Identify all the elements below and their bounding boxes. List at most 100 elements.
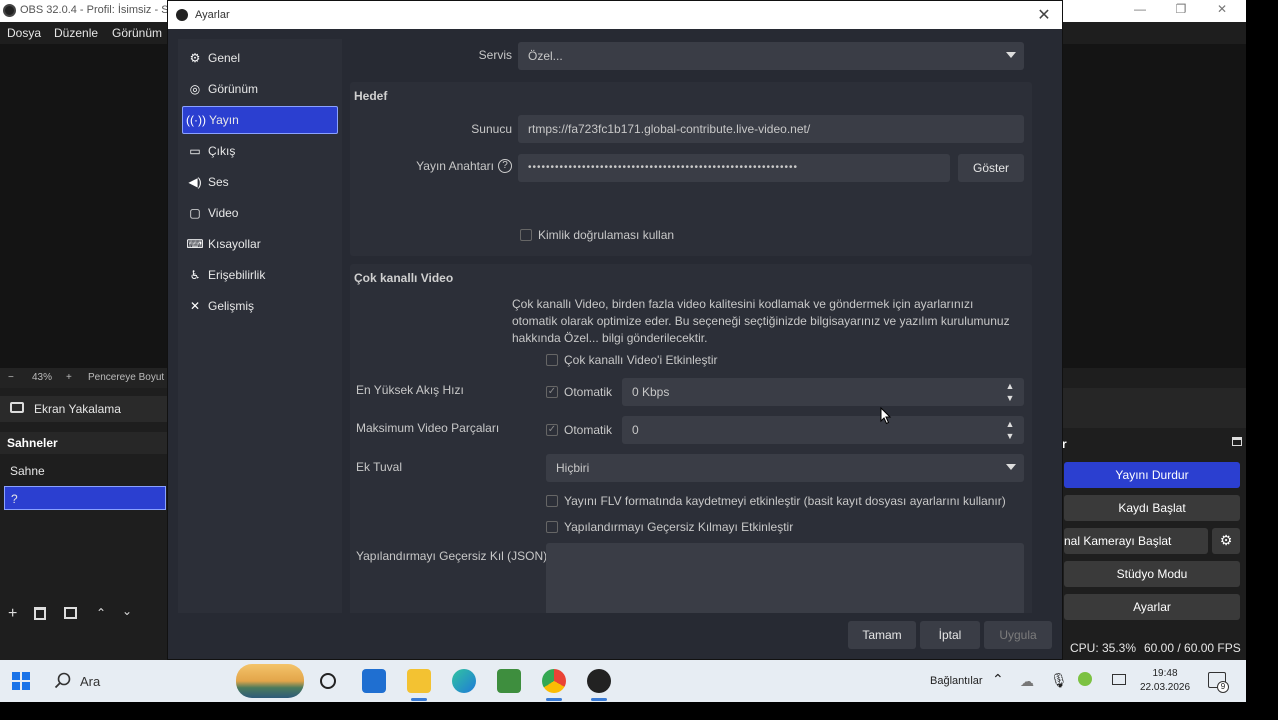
help-icon[interactable]: ?	[498, 159, 512, 173]
cancel-button[interactable]: İptal	[920, 621, 980, 649]
max-bitrate-value: 0 Kbps	[632, 385, 670, 399]
enable-multitrack-label: Çok kanallı Video'i Etkinleştir	[564, 353, 718, 367]
apply-button[interactable]: Uygula	[984, 621, 1052, 649]
scene-item-selected[interactable]: ?	[4, 486, 166, 510]
clock[interactable]: 19:48 22.03.2026	[1140, 667, 1190, 695]
minecraft-icon[interactable]	[497, 669, 521, 693]
trash-icon[interactable]	[34, 607, 46, 620]
menu-view[interactable]: Görünüm	[112, 26, 162, 40]
onedrive-icon[interactable]: ☁	[1020, 673, 1034, 690]
menu-edit[interactable]: Düzenle	[54, 26, 98, 40]
edge-icon[interactable]	[452, 669, 476, 693]
notification-icon[interactable]: 9	[1208, 672, 1229, 693]
search-icon[interactable]	[54, 672, 72, 690]
enable-multitrack-checkbox[interactable]: Çok kanallı Video'i Etkinleştir	[546, 353, 717, 367]
close-icon[interactable]: ✕	[1202, 2, 1242, 20]
chrome-icon[interactable]	[542, 669, 566, 693]
max-tracks-input[interactable]: 0 ▲ ▼	[622, 416, 1024, 444]
server-input[interactable]: rtmps://fa723fc1b171.global-contribute.l…	[518, 115, 1024, 143]
virtual-camera-gear-icon[interactable]: ⚙	[1212, 528, 1240, 554]
zoom-out-button[interactable]: −	[8, 372, 14, 383]
stream-key-input[interactable]: ••••••••••••••••••••••••••••••••••••••••…	[518, 154, 950, 182]
chevron-up-icon[interactable]: ⌃	[992, 671, 1004, 688]
nav-item-stream[interactable]: ((·)) Yayın	[182, 106, 338, 134]
monitor-icon: ▢	[189, 206, 201, 220]
max-tracks-label: Maksimum Video Parçaları	[356, 421, 500, 435]
screen-edge	[0, 702, 1278, 720]
filter-icon[interactable]	[64, 607, 77, 619]
file-explorer-icon[interactable]	[407, 669, 431, 693]
nav-item-video[interactable]: ▢ Video	[182, 199, 338, 227]
stop-stream-button[interactable]: Yayını Durdur	[1064, 462, 1240, 488]
target-group-title: Hedef	[354, 89, 388, 103]
scene-item[interactable]: Sahne	[4, 459, 166, 483]
nav-label: Görünüm	[208, 82, 259, 96]
target-group: Hedef Sunucu rtmps://fa723fc1b171.global…	[350, 82, 1032, 256]
checkbox-box[interactable]	[546, 354, 558, 366]
nav-item-audio[interactable]: ◀) Ses	[182, 168, 338, 196]
flv-checkbox[interactable]: Yayını FLV formatında kaydetmeyi etkinle…	[546, 494, 1006, 508]
nav-item-general[interactable]: ⚙ Genel	[182, 44, 338, 72]
auto-tracks-checkbox[interactable]: ✓ Otomatik	[546, 423, 612, 437]
max-bitrate-input[interactable]: 0 Kbps ▲ ▼	[622, 378, 1024, 406]
app-tray-icon[interactable]	[1078, 672, 1092, 686]
checkbox-box[interactable]: ✓	[546, 386, 558, 398]
cortana-icon[interactable]	[320, 673, 336, 689]
studio-mode-button[interactable]: Stüdyo Modu	[1064, 561, 1240, 587]
override-checkbox[interactable]: Yapılandırmayı Geçersiz Kılmayı Etkinleş…	[546, 520, 793, 534]
zoom-fit-button[interactable]: Pencereye Boyut	[88, 372, 164, 383]
checkbox-box[interactable]	[520, 229, 532, 241]
server-label: Sunucu	[471, 122, 512, 136]
nav-item-advanced[interactable]: ✕ Gelişmiş	[182, 292, 338, 320]
checkbox-box[interactable]	[546, 495, 558, 507]
fps-readout: 60.00 / 60.00 FPS	[1144, 641, 1241, 655]
nav-item-accessibility[interactable]: ♿ Erişebilirlik	[182, 261, 338, 289]
connections-label[interactable]: Bağlantılar	[930, 675, 983, 687]
obs-window-title: OBS 32.0.4 - Profil: İsimsiz - Sa	[20, 4, 175, 16]
windows-start-icon[interactable]	[12, 672, 30, 690]
nav-item-output[interactable]: ▭ Çıkış	[182, 137, 338, 165]
override-checkbox-label: Yapılandırmayı Geçersiz Kılmayı Etkinleş…	[564, 520, 794, 534]
search-highlight-image[interactable]	[236, 664, 304, 698]
nav-item-appearance[interactable]: ◎ Görünüm	[182, 75, 338, 103]
show-key-button[interactable]: Göster	[958, 154, 1024, 182]
menu-file[interactable]: Dosya	[7, 26, 41, 40]
settings-scrollbar[interactable]	[1034, 81, 1048, 611]
checkbox-box[interactable]: ✓	[546, 424, 558, 436]
restore-icon[interactable]: ❐	[1161, 2, 1201, 20]
auto-label: Otomatik	[564, 423, 613, 437]
move-up-icon[interactable]: ⌃	[96, 606, 106, 620]
auto-bitrate-checkbox[interactable]: ✓ Otomatik	[546, 385, 612, 399]
service-label: Servis	[478, 48, 512, 62]
screen-edge	[1246, 0, 1278, 720]
start-virtual-camera-button[interactable]: nal Kamerayı Başlat	[1064, 528, 1208, 554]
ok-button[interactable]: Tamam	[848, 621, 916, 649]
settings-button[interactable]: Ayarlar	[1064, 594, 1240, 620]
obs-preview-right	[1062, 44, 1246, 368]
spinner-icon[interactable]: ▲ ▼	[1004, 418, 1016, 442]
move-down-icon[interactable]: ⌄	[122, 604, 132, 618]
close-icon[interactable]: ✕	[1032, 5, 1056, 25]
search-label[interactable]: Ara	[80, 674, 100, 689]
add-icon[interactable]: +	[8, 605, 17, 623]
checkbox-box[interactable]	[546, 521, 558, 533]
spinner-icon[interactable]: ▲ ▼	[1004, 380, 1016, 404]
source-row[interactable]: Ekran Yakalama	[0, 396, 170, 422]
nav-label: Erişebilirlik	[208, 268, 266, 282]
network-icon[interactable]	[1112, 674, 1126, 685]
max-tracks-value: 0	[632, 423, 639, 437]
nav-item-hotkeys[interactable]: ⌨ Kısayollar	[182, 230, 338, 258]
extra-canvas-select[interactable]: Hiçbiri	[546, 454, 1024, 482]
auth-checkbox[interactable]: Kimlik doğrulaması kullan	[520, 228, 674, 242]
obs-taskbar-icon[interactable]	[587, 669, 611, 693]
outlook-icon[interactable]	[362, 669, 386, 693]
override-json-textarea[interactable]	[546, 543, 1024, 613]
zoom-in-button[interactable]: +	[66, 372, 72, 383]
microphone-icon[interactable]: 🎙	[1050, 672, 1068, 689]
mouse-cursor-icon	[880, 407, 892, 425]
minimize-icon[interactable]: —	[1120, 2, 1160, 20]
service-select[interactable]: Özel...	[518, 42, 1024, 70]
accessibility-icon: ♿	[189, 268, 201, 282]
start-recording-button[interactable]: Kaydı Başlat	[1064, 495, 1240, 521]
undock-icon[interactable]	[1232, 437, 1242, 446]
